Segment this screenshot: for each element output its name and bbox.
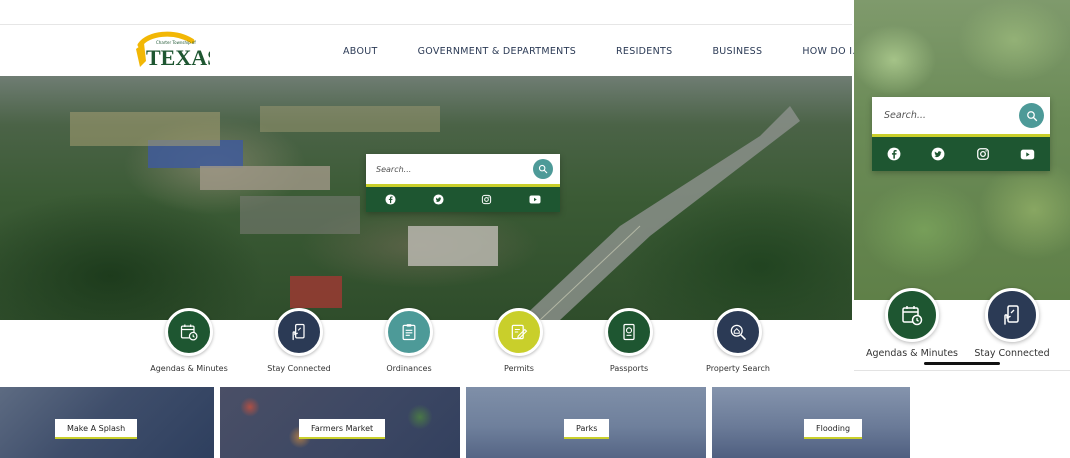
quick-link-ordinances[interactable]: Ordinances bbox=[349, 308, 469, 373]
mobile-quick-link-agendas[interactable]: Agendas & Minutes bbox=[857, 288, 967, 359]
mobile-quick-link-stay-connected[interactable]: Stay Connected bbox=[957, 288, 1067, 359]
calendar-clock-icon bbox=[885, 288, 939, 342]
site-header: Charter Township of TEXAS ABOUT GOVERNME… bbox=[0, 24, 862, 77]
edit-document-icon bbox=[495, 308, 543, 356]
house-search-icon bbox=[714, 308, 762, 356]
clipboard-icon bbox=[385, 308, 433, 356]
quick-link-label: Ordinances bbox=[386, 364, 432, 373]
phone-hand-icon bbox=[985, 288, 1039, 342]
instagram-icon[interactable] bbox=[976, 147, 990, 161]
search-icon bbox=[538, 164, 548, 174]
card-button[interactable]: Make A Splash bbox=[55, 419, 138, 439]
card-make-a-splash[interactable]: Make A Splash bbox=[0, 387, 214, 458]
card-parks[interactable]: Parks bbox=[466, 387, 706, 458]
phone-hand-icon bbox=[275, 308, 323, 356]
main-nav: ABOUT GOVERNMENT & DEPARTMENTS RESIDENTS… bbox=[343, 25, 902, 77]
nav-item-government[interactable]: GOVERNMENT & DEPARTMENTS bbox=[418, 46, 576, 57]
quick-link-label: Property Search bbox=[706, 364, 770, 373]
nav-item-residents[interactable]: RESIDENTS bbox=[616, 46, 672, 57]
instagram-icon[interactable] bbox=[481, 194, 492, 205]
quick-link-permits[interactable]: Permits bbox=[459, 308, 579, 373]
mobile-social-bar bbox=[872, 137, 1050, 171]
quick-link-agendas[interactable]: Agendas & Minutes bbox=[129, 308, 249, 373]
hero-social-bar bbox=[366, 187, 560, 212]
hero-search-widget bbox=[366, 154, 560, 212]
quick-link-label: Permits bbox=[504, 364, 534, 373]
mobile-quick-link-label: Agendas & Minutes bbox=[865, 348, 959, 359]
logo-text: TEXAS bbox=[146, 45, 210, 70]
quick-link-label: Stay Connected bbox=[267, 364, 331, 373]
search-icon bbox=[1026, 110, 1037, 121]
site-logo[interactable]: Charter Township of TEXAS bbox=[134, 31, 219, 71]
quick-link-property-search[interactable]: Property Search bbox=[678, 308, 798, 373]
twitter-icon[interactable] bbox=[931, 147, 945, 161]
quick-link-stay-connected[interactable]: Stay Connected bbox=[239, 308, 359, 373]
passport-icon bbox=[605, 308, 653, 356]
mobile-search-button[interactable] bbox=[1019, 103, 1044, 128]
mobile-search-widget bbox=[872, 97, 1050, 171]
mobile-quick-link-label: Stay Connected bbox=[974, 348, 1050, 359]
mobile-scroll-indicator[interactable] bbox=[924, 362, 1000, 365]
nav-item-about[interactable]: ABOUT bbox=[343, 46, 378, 57]
hero-search-button[interactable] bbox=[533, 159, 553, 179]
calendar-clock-icon bbox=[165, 308, 213, 356]
quick-link-label: Agendas & Minutes bbox=[150, 364, 228, 373]
mobile-hero-image bbox=[854, 0, 1070, 300]
youtube-icon[interactable] bbox=[529, 195, 541, 204]
card-flooding[interactable]: Flooding bbox=[712, 387, 910, 458]
hero-aerial-image bbox=[0, 76, 852, 320]
facebook-icon[interactable] bbox=[887, 147, 901, 161]
card-button[interactable]: Farmers Market bbox=[299, 419, 386, 439]
facebook-icon[interactable] bbox=[385, 194, 396, 205]
twitter-icon[interactable] bbox=[433, 194, 444, 205]
hero-search-input[interactable] bbox=[376, 154, 512, 184]
quick-link-passports[interactable]: Passports bbox=[569, 308, 689, 373]
nav-item-business[interactable]: BUSINESS bbox=[712, 46, 762, 57]
youtube-icon[interactable] bbox=[1020, 149, 1035, 160]
mobile-search-input[interactable] bbox=[884, 97, 1009, 134]
quick-link-label: Passports bbox=[609, 364, 649, 373]
card-button[interactable]: Parks bbox=[564, 419, 610, 439]
card-farmers-market[interactable]: Farmers Market bbox=[220, 387, 460, 458]
card-button[interactable]: Flooding bbox=[804, 419, 863, 439]
